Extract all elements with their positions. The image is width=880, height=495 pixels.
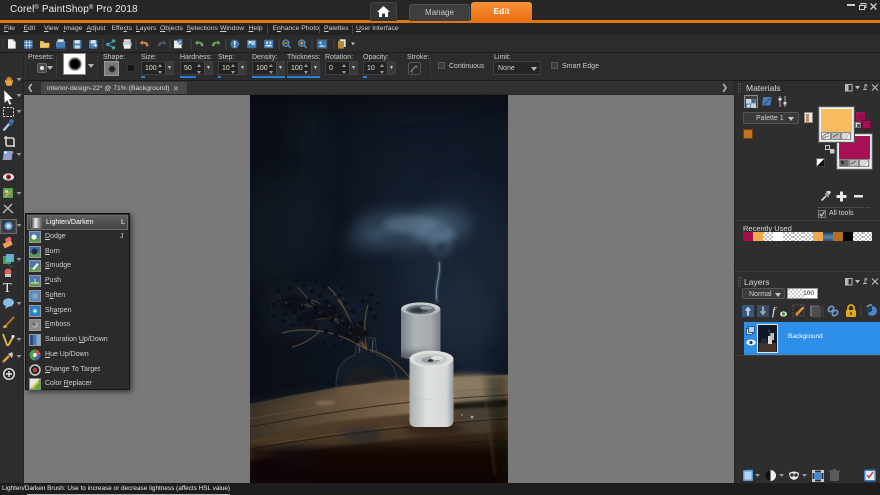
- svg-text:T: T: [3, 281, 12, 296]
- svg-text:f: f: [772, 304, 777, 318]
